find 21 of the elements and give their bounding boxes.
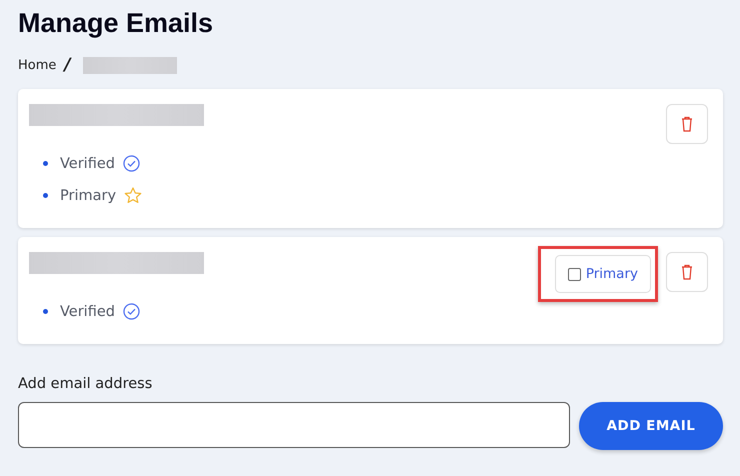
- status-label: Verified: [60, 156, 115, 172]
- field-label: Add email address: [18, 376, 154, 392]
- breadcrumb-link[interactable]: Home: [18, 58, 56, 72]
- bullet-icon: [43, 193, 48, 198]
- check-circle-icon: [122, 303, 140, 320]
- delete-button[interactable]: [666, 104, 708, 144]
- trash-icon: [681, 264, 693, 280]
- bullet-icon: [43, 161, 48, 166]
- star-icon: [124, 187, 142, 204]
- check-circle-icon: [122, 155, 140, 172]
- make-primary-button[interactable]: Primary: [554, 255, 651, 293]
- trash-icon: [681, 116, 693, 132]
- status-label: Primary: [60, 188, 116, 204]
- page-title: Manage Emails: [18, 8, 214, 39]
- breadcrumb-separator: /: [64, 55, 71, 75]
- status-label: Verified: [60, 304, 115, 320]
- add-email-button[interactable]: ADD EMAIL: [579, 402, 723, 450]
- bullet-icon: [43, 309, 48, 314]
- checkbox[interactable]: [568, 268, 581, 280]
- delete-button[interactable]: [666, 252, 708, 292]
- email-input[interactable]: [18, 402, 570, 448]
